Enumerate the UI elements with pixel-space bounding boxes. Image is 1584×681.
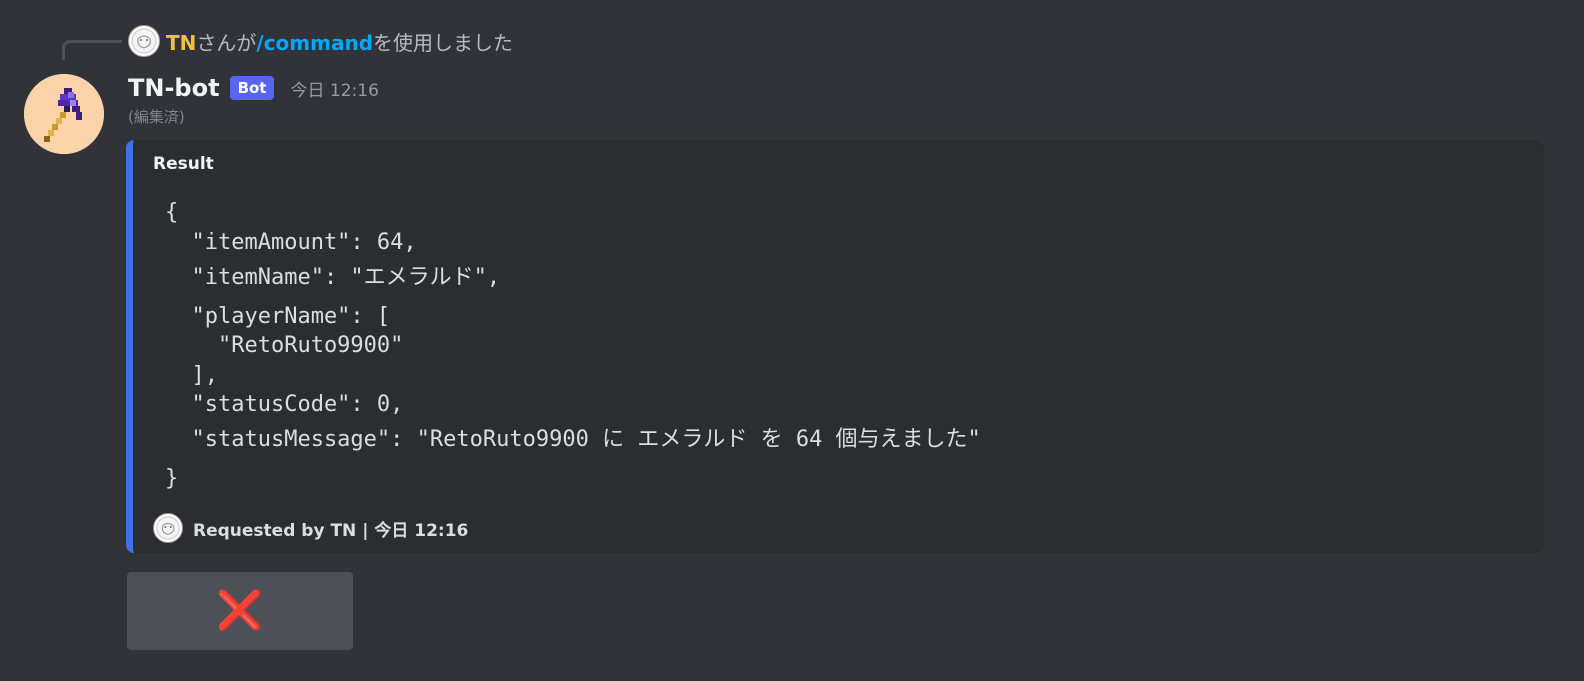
message-timestamp[interactable]: 今日 12:16 <box>290 76 378 101</box>
reply-user-avatar[interactable] <box>128 25 160 57</box>
code-line: "itemAmount": 64, <box>165 230 417 255</box>
reply-command[interactable]: /command <box>256 31 373 55</box>
code-line: { <box>165 200 179 225</box>
code-line: "statusMessage": "RetoRuto9900 に エメラルド を… <box>165 427 981 452</box>
code-line: } <box>165 466 179 491</box>
edited-indicator: (編集済) <box>128 108 185 126</box>
code-line: ], <box>165 363 218 388</box>
reply-text: TNさんが/commandを使用しました <box>166 27 513 56</box>
reply-connector <box>62 40 122 60</box>
bot-username[interactable]: TN-bot <box>128 74 220 102</box>
code-line: "playerName": [ <box>165 304 391 329</box>
embed-footer-text: Requested by TN | 今日 12:16 <box>193 520 469 541</box>
embed-footer: Requested by TN | 今日 12:16 <box>153 512 468 544</box>
message-header: TN-bot Bot 今日 12:16 <box>128 70 379 106</box>
reply-username[interactable]: TN <box>166 31 196 55</box>
bot-badge: Bot <box>229 76 275 100</box>
code-line: "itemName": "エメラルド", <box>165 265 501 290</box>
footer-avatar <box>153 513 183 543</box>
result-embed: Result { "itemAmount": 64, "itemName": "… <box>126 140 1544 553</box>
code-line: "RetoRuto9900" <box>165 333 404 358</box>
reply-text-before: さんが <box>196 30 257 55</box>
reply-reference[interactable]: TNさんが/commandを使用しました <box>128 24 513 58</box>
reply-text-after: を使用しました <box>373 30 514 55</box>
code-line: "statusCode": 0, <box>165 392 404 417</box>
close-button[interactable]: ❌ <box>127 572 353 650</box>
x-icon: ❌ <box>216 590 264 632</box>
bot-avatar[interactable] <box>24 74 104 154</box>
embed-title: Result <box>153 154 214 174</box>
